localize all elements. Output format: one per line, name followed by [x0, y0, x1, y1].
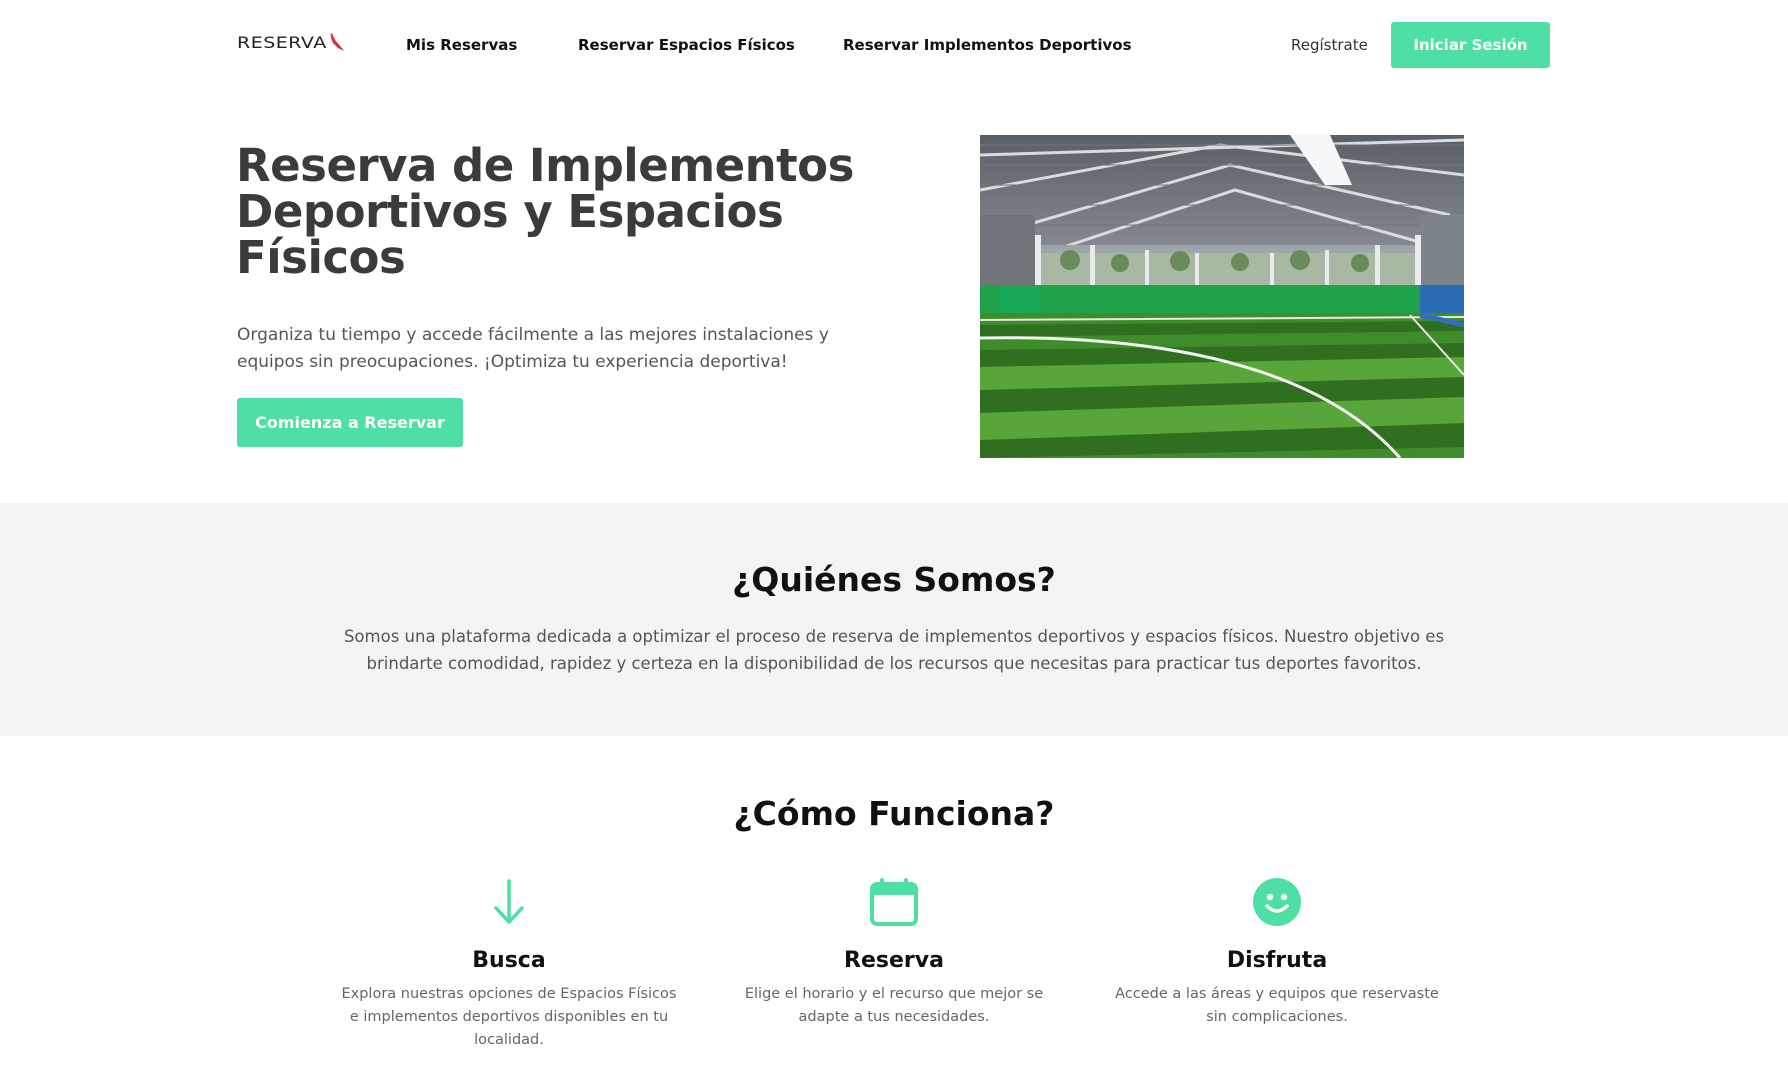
smiley-icon	[1107, 874, 1447, 930]
nav-link-reservar-espacios[interactable]: Reservar Espacios Físicos	[578, 36, 795, 54]
step-title: Disfruta	[1226, 948, 1328, 973]
bird-logo-icon	[329, 33, 344, 51]
step-title: Busca	[472, 948, 546, 973]
navbar: Reserva Mis Reservas Reservar Espacios F…	[0, 0, 1788, 90]
hero-description: Organiza tu tiempo y accede fácilmente a…	[237, 325, 829, 372]
step-description: Accede a las áreas y equipos que reserva…	[1115, 986, 1439, 1025]
nav-link-reservar-implementos[interactable]: Reservar Implementos Deportivos	[843, 36, 1132, 54]
step-title: Reserva	[844, 948, 944, 973]
register-link[interactable]: Regístrate	[1291, 36, 1368, 54]
nav-link-mis-reservas[interactable]: Mis Reservas	[406, 36, 517, 54]
about-section: ¿Quiénes Somos? Somos una plataforma ded…	[0, 503, 1788, 736]
hero-title: Reserva de Implementos Deportivos y Espa…	[236, 139, 854, 284]
step-description: Explora nuestras opciones de Espacios Fí…	[341, 986, 677, 1048]
step-reserve: Reserva Elige el horario y el recurso qu…	[724, 874, 1064, 1029]
arrow-down-icon	[339, 874, 679, 930]
step-description: Elige el horario y el recurso que mejor …	[744, 986, 1044, 1025]
how-title: ¿Cómo Funciona?	[733, 794, 1055, 833]
calendar-icon	[724, 874, 1064, 930]
hero-image-indoor-field	[980, 135, 1464, 458]
brand-logo[interactable]: Reserva	[237, 32, 345, 54]
about-title: ¿Quiénes Somos?	[732, 560, 1056, 599]
start-reserving-button[interactable]: Comienza a Reservar	[237, 398, 463, 447]
login-button[interactable]: Iniciar Sesión	[1391, 22, 1550, 68]
step-search: Busca Explora nuestras opciones de Espac…	[339, 874, 679, 1052]
logo-text: Reserva	[237, 33, 327, 53]
step-enjoy: Disfruta Accede a las áreas y equipos qu…	[1107, 874, 1447, 1029]
about-text: Somos una plataforma dedicada a optimiza…	[343, 627, 1445, 673]
